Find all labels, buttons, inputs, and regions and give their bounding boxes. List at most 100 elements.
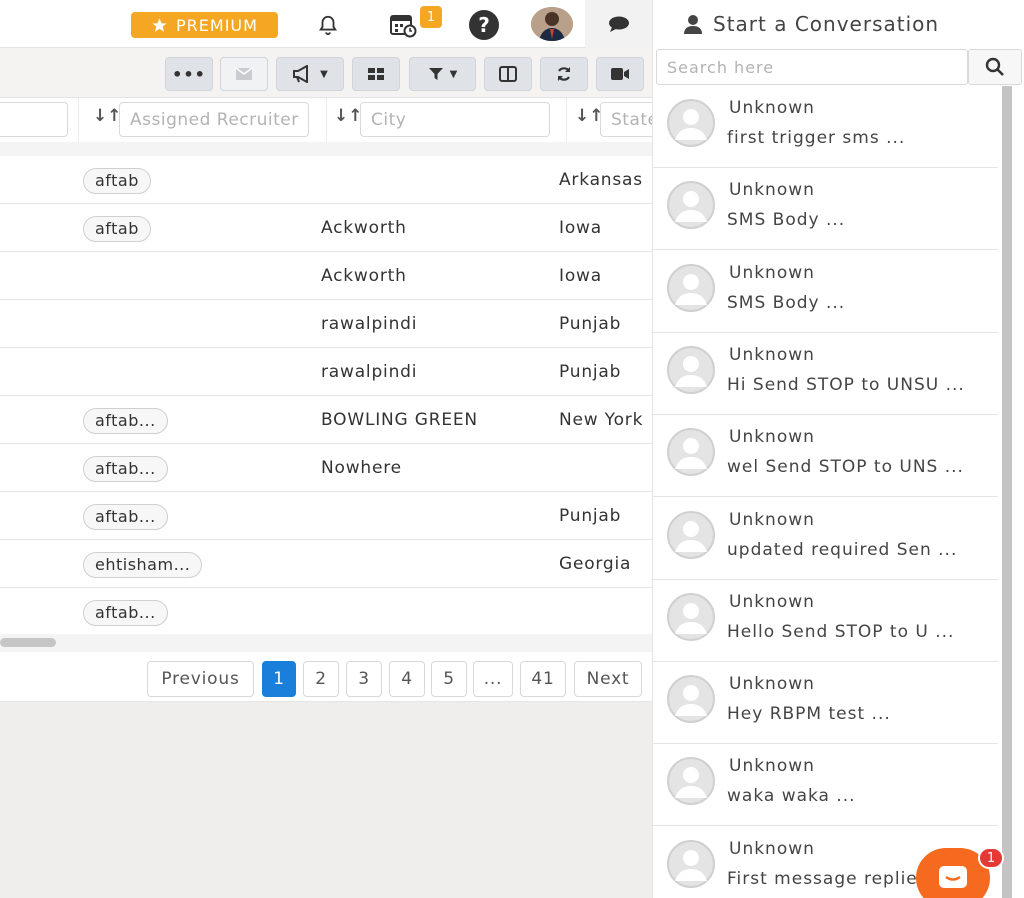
- city-filter-input[interactable]: City: [360, 102, 550, 137]
- grid-icon: [368, 68, 384, 80]
- table-row[interactable]: aftab...: [0, 588, 652, 636]
- conversation-name: Unknown: [729, 756, 815, 777]
- city-cell: Nowhere: [321, 458, 402, 478]
- conversation-item[interactable]: Unknown first trigger sms ...: [653, 86, 998, 168]
- sort-icon[interactable]: ↓↑: [93, 106, 122, 126]
- columns-button[interactable]: [484, 57, 532, 91]
- chat-search-input[interactable]: Search here: [656, 49, 968, 85]
- video-icon: [611, 68, 629, 80]
- recruiter-tag: aftab...: [83, 456, 168, 482]
- conversation-preview: SMS Body ...: [727, 210, 846, 231]
- contact-avatar-icon: [661, 756, 721, 806]
- chat-search-button[interactable]: [968, 49, 1022, 85]
- conversation-preview: Hey RBPM test ...: [727, 704, 891, 725]
- table-row[interactable]: rawalpindi Punjab: [0, 348, 652, 396]
- chat-header: Start a Conversation: [653, 0, 1024, 48]
- message-icon: [939, 866, 967, 888]
- more-actions-button[interactable]: •••: [165, 57, 213, 91]
- table-row[interactable]: aftab... Punjab: [0, 492, 652, 540]
- column-divider: [326, 98, 327, 142]
- calendar-badge: 1: [420, 6, 442, 28]
- table-toolbar: ••• ▼ ▼: [0, 48, 652, 98]
- table-row[interactable]: aftab Arkansas: [0, 156, 652, 204]
- table-row[interactable]: aftab... BOWLING GREEN New York: [0, 396, 652, 444]
- next-page-button[interactable]: Next: [574, 661, 642, 697]
- state-cell: Arkansas: [559, 170, 643, 190]
- conversation-preview: Hello Send STOP to U ...: [727, 621, 955, 642]
- table-row[interactable]: ehtisham... Georgia: [0, 540, 652, 588]
- page-button-4[interactable]: 4: [389, 661, 425, 697]
- chat-scrollbar[interactable]: [998, 86, 1024, 898]
- contact-avatar-icon: [661, 427, 721, 477]
- search-icon: [985, 57, 1004, 76]
- contact-avatar-icon: [661, 592, 721, 642]
- conversation-name: Unknown: [729, 427, 815, 448]
- conversation-item[interactable]: Unknown SMS Body ...: [653, 168, 998, 251]
- contact-avatar-icon: [661, 180, 721, 230]
- sort-icon[interactable]: ↓↑: [334, 106, 363, 126]
- filter-dropdown-button[interactable]: ▼: [409, 57, 476, 91]
- state-cell: Georgia: [559, 554, 632, 574]
- premium-button[interactable]: PREMIUM: [131, 12, 278, 38]
- video-button[interactable]: [596, 57, 644, 91]
- city-cell: Ackworth: [321, 266, 407, 286]
- chat-bubble-icon: [608, 16, 629, 32]
- column-divider: [566, 98, 567, 142]
- conversation-item[interactable]: Unknown SMS Body ...: [653, 250, 998, 333]
- chat-scroll-thumb[interactable]: [1002, 86, 1012, 898]
- conversation-item[interactable]: Unknown wel Send STOP to UNS ...: [653, 415, 998, 498]
- city-cell: Ackworth: [321, 218, 407, 238]
- page-button-last[interactable]: 41: [520, 661, 566, 697]
- horizontal-scrollbar[interactable]: [0, 634, 652, 652]
- conversation-item[interactable]: Unknown Hey RBPM test ...: [653, 662, 998, 745]
- bell-icon[interactable]: [311, 8, 345, 42]
- email-button[interactable]: [220, 57, 268, 91]
- previous-page-button[interactable]: Previous: [147, 661, 254, 697]
- premium-label: PREMIUM: [176, 15, 258, 35]
- filter-icon: [428, 68, 443, 80]
- star-icon: [152, 17, 167, 32]
- conversation-name: Unknown: [729, 344, 815, 365]
- table-row[interactable]: aftab Ackworth Iowa: [0, 204, 652, 252]
- envelope-icon: [235, 67, 253, 80]
- table-row[interactable]: Ackworth Iowa: [0, 252, 652, 300]
- table-row[interactable]: aftab... Nowhere: [0, 444, 652, 492]
- page-button-1[interactable]: 1: [262, 661, 296, 697]
- conversation-item[interactable]: Unknown Hi Send STOP to UNSU ...: [653, 332, 998, 415]
- conversation-name: Unknown: [729, 838, 815, 859]
- recruiter-tag: aftab: [83, 216, 151, 242]
- calendar-icon[interactable]: [386, 8, 420, 42]
- conversation-item[interactable]: Unknown updated required Sen ...: [653, 497, 998, 580]
- more-icon: •••: [172, 64, 206, 84]
- user-icon: [684, 15, 702, 34]
- chat-title: Start a Conversation: [713, 12, 940, 36]
- refresh-icon: [558, 67, 570, 81]
- scrollbar-thumb[interactable]: [0, 638, 56, 647]
- conversation-item[interactable]: Unknown waka waka ...: [653, 744, 998, 827]
- grid-view-button[interactable]: [352, 57, 400, 91]
- page-button-3[interactable]: 3: [346, 661, 382, 697]
- contact-avatar-icon: [661, 674, 721, 724]
- conversation-name: Unknown: [729, 509, 815, 530]
- page-button-2[interactable]: 2: [303, 661, 339, 697]
- user-avatar[interactable]: [531, 7, 573, 41]
- page-button-5[interactable]: 5: [431, 661, 467, 697]
- refresh-button[interactable]: [540, 57, 588, 91]
- conversation-name: Unknown: [729, 98, 815, 118]
- recruiter-tag: aftab: [83, 168, 151, 194]
- table-row[interactable]: rawalpindi Punjab: [0, 300, 652, 348]
- conversation-preview: waka waka ...: [727, 786, 856, 807]
- campaign-dropdown-button[interactable]: ▼: [276, 57, 344, 91]
- conversation-item[interactable]: Unknown Hello Send STOP to U ...: [653, 579, 998, 662]
- chat-toggle-button[interactable]: [585, 0, 652, 48]
- conversation-name: Unknown: [729, 262, 815, 283]
- conversation-list: Unknown first trigger sms ... Unknown SMS B…: [653, 86, 998, 898]
- assigned-recruiter-filter-input[interactable]: Assigned Recruiter: [119, 102, 309, 137]
- city-cell: rawalpindi: [321, 362, 418, 382]
- conversation-name: Unknown: [729, 180, 815, 201]
- city-cell: BOWLING GREEN: [321, 410, 478, 430]
- state-cell: Punjab: [559, 314, 622, 334]
- columns-icon: [499, 66, 517, 82]
- previous-column-filter-input[interactable]: [0, 102, 68, 137]
- help-icon[interactable]: ?: [467, 8, 501, 42]
